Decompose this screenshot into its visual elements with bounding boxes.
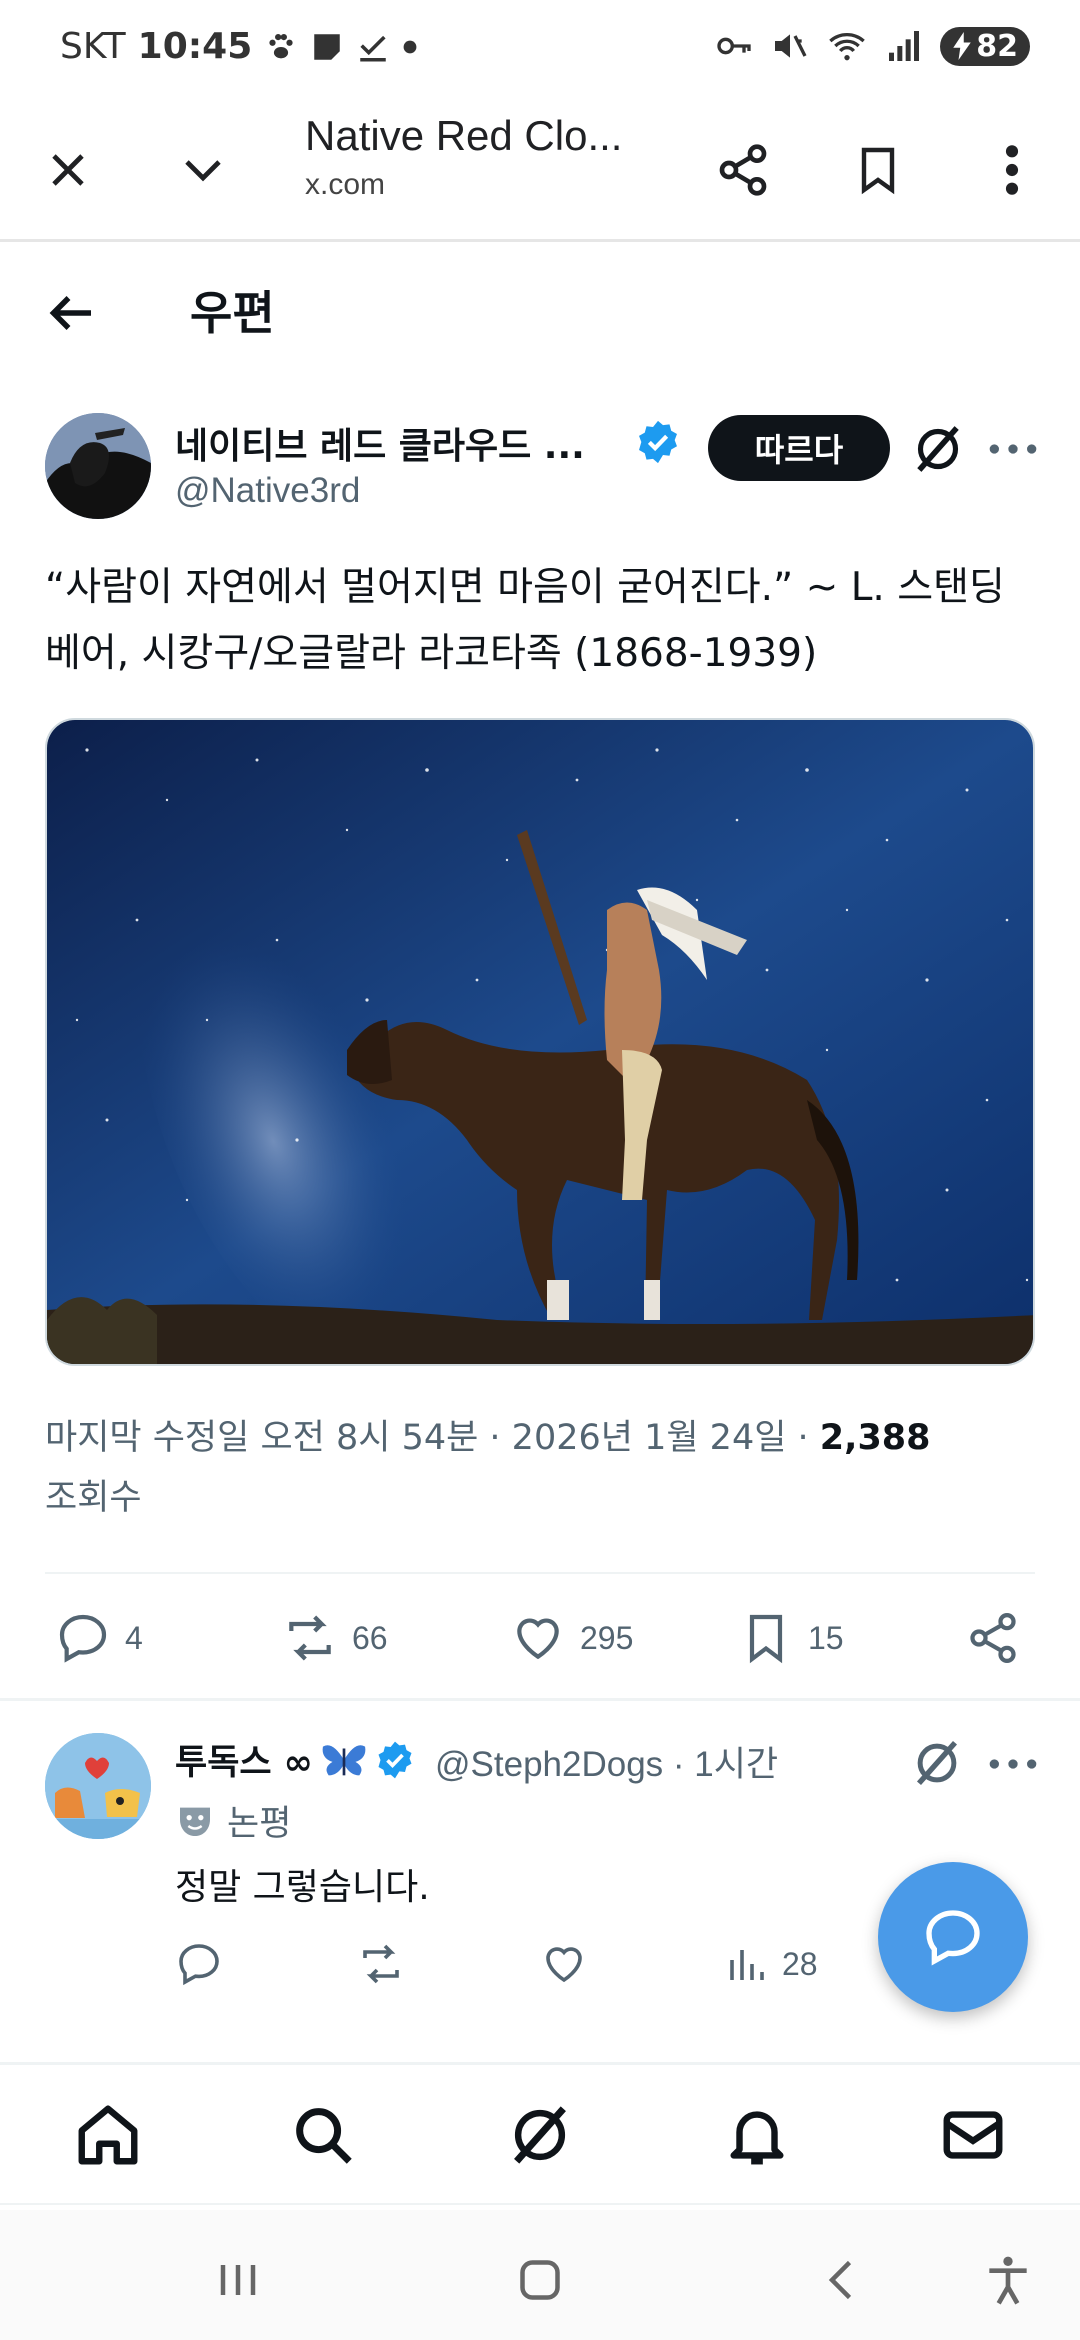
tweet-author-row: 네이티브 레드 클라우드 ... @Native3rd 따르다 xyxy=(0,405,1080,535)
nav-messages[interactable] xyxy=(938,2100,1008,2170)
note-icon xyxy=(314,33,340,60)
browser-page-title: Native Red Clo... xyxy=(305,112,623,159)
author-name[interactable]: 네이티브 레드 클라우드 ... xyxy=(175,417,585,469)
grok-icon[interactable] xyxy=(910,421,966,477)
verified-badge-icon xyxy=(635,419,681,465)
heart-icon xyxy=(546,1947,582,1983)
page-title: 우편 xyxy=(190,286,275,340)
reply-views-count: 28 xyxy=(782,1945,818,1982)
repost-icon xyxy=(363,1944,399,1984)
clock: 10:45 xyxy=(137,26,253,67)
home-icon xyxy=(78,2105,138,2165)
reply-count: 4 xyxy=(125,1619,143,1656)
reply-like-button[interactable] xyxy=(540,1940,588,1988)
bookmark-icon[interactable] xyxy=(838,130,918,210)
browser-title-block[interactable]: Native Red Clo... x.com xyxy=(305,112,635,202)
bookmark-count: 15 xyxy=(808,1619,844,1656)
tweet-meta: 마지막 수정일 오전 8시 54분 · 2026년 1월 24일 · 2,388… xyxy=(45,1408,1035,1528)
share-button[interactable] xyxy=(965,1610,1021,1666)
more-vert-icon[interactable] xyxy=(972,130,1052,210)
like-count: 295 xyxy=(580,1619,634,1656)
divider xyxy=(45,1572,1035,1574)
more-horiz-icon[interactable] xyxy=(985,429,1041,469)
share-icon xyxy=(970,1613,1016,1663)
author-avatar[interactable] xyxy=(45,413,151,519)
grok-icon[interactable] xyxy=(910,1736,964,1790)
back-arrow-icon[interactable] xyxy=(36,283,106,343)
mask-icon xyxy=(180,1807,210,1836)
accessibility-icon[interactable] xyxy=(980,2250,1040,2310)
reply-text: 정말 그렇습니다. xyxy=(175,1867,430,1908)
reply-icon xyxy=(179,1944,219,1986)
bookmark-icon xyxy=(749,1614,783,1664)
reply-reply-button[interactable] xyxy=(175,1940,223,1988)
more-horiz-icon[interactable] xyxy=(985,1744,1041,1784)
system-nav-bar xyxy=(0,2210,1080,2340)
browser-url: x.com xyxy=(305,168,386,201)
views-count: 2,388 xyxy=(819,1418,931,1458)
tweet-actions: 4 66 295 15 xyxy=(0,1600,1080,1680)
reply-handle-time[interactable]: @Steph2Dogs · 1시간 xyxy=(435,1736,778,1787)
browser-toolbar: Native Red Clo... x.com xyxy=(0,100,1080,242)
reply-views-button[interactable]: 28 xyxy=(722,1940,818,1988)
bookmark-button[interactable]: 15 xyxy=(738,1610,844,1666)
reply-avatar[interactable] xyxy=(45,1733,151,1839)
tweet-image[interactable] xyxy=(45,718,1035,1366)
reply-label-text: 논평 xyxy=(227,1804,292,1844)
grok-icon xyxy=(514,2106,566,2164)
share-icon[interactable] xyxy=(703,130,783,210)
butterfly-icon xyxy=(322,1744,366,1775)
tweet-text: “사람이 자연에서 멀어지면 마음이 굳어진다.” ~ L. 스탠딩 베어, 시… xyxy=(45,565,1005,676)
mail-icon xyxy=(943,2111,1003,2159)
analytics-icon xyxy=(730,1950,764,1980)
reply-author-name[interactable]: 투독스 ∞ xyxy=(175,1734,415,1785)
dot-icon xyxy=(403,40,417,53)
status-right: 82 xyxy=(714,26,1030,66)
mute-icon xyxy=(775,34,807,58)
search-icon xyxy=(296,2108,352,2164)
wifi-icon xyxy=(829,33,866,61)
author-handle[interactable]: @Native3rd xyxy=(175,471,360,511)
close-icon[interactable] xyxy=(28,130,108,210)
tweet-timestamp: 마지막 수정일 오전 8시 54분 · 2026년 1월 24일 · xyxy=(45,1418,820,1458)
charging-icon xyxy=(953,32,971,60)
status-bar: SKT 10:45 82 xyxy=(0,0,1080,100)
repost-button[interactable]: 66 xyxy=(282,1610,388,1666)
views-label: 조회수 xyxy=(45,1478,142,1518)
reply-icon xyxy=(59,1614,107,1663)
reply-author-text: 투독스 ∞ xyxy=(175,1743,313,1783)
bottom-nav xyxy=(0,2065,1080,2205)
nav-home[interactable] xyxy=(73,2100,143,2170)
repost-icon xyxy=(289,1615,331,1661)
section-separator xyxy=(0,1698,1080,1701)
recent-apps-icon[interactable] xyxy=(208,2250,268,2310)
like-button[interactable]: 295 xyxy=(510,1610,633,1666)
reply-repost-button[interactable] xyxy=(357,1940,405,1988)
page-header: 우편 xyxy=(0,255,1080,365)
follow-button[interactable]: 따르다 xyxy=(708,415,890,481)
status-left: SKT 10:45 xyxy=(60,26,418,67)
nav-search[interactable] xyxy=(288,2100,358,2170)
home-button-icon[interactable] xyxy=(510,2250,570,2310)
paw-icon xyxy=(269,33,293,58)
battery-indicator: 82 xyxy=(940,26,1030,66)
verified-badge-icon xyxy=(378,1741,412,1778)
nav-notifications[interactable] xyxy=(722,2100,792,2170)
signal-icon xyxy=(889,31,920,61)
nav-grok[interactable] xyxy=(505,2100,575,2170)
chevron-down-icon[interactable] xyxy=(163,130,243,210)
repost-count: 66 xyxy=(352,1619,388,1656)
chat-bubble-icon xyxy=(926,1910,980,1966)
compose-reply-fab[interactable] xyxy=(878,1862,1028,2012)
heart-icon xyxy=(517,1618,559,1660)
check-icon xyxy=(360,35,386,62)
reply-button[interactable]: 4 xyxy=(55,1610,143,1666)
bell-icon xyxy=(730,2111,784,2165)
carrier-label: SKT xyxy=(60,26,126,67)
key-icon xyxy=(717,37,751,55)
battery-level: 82 xyxy=(976,28,1018,64)
reply-label: 논평 xyxy=(175,1795,291,1846)
back-button-icon[interactable] xyxy=(812,2250,872,2310)
